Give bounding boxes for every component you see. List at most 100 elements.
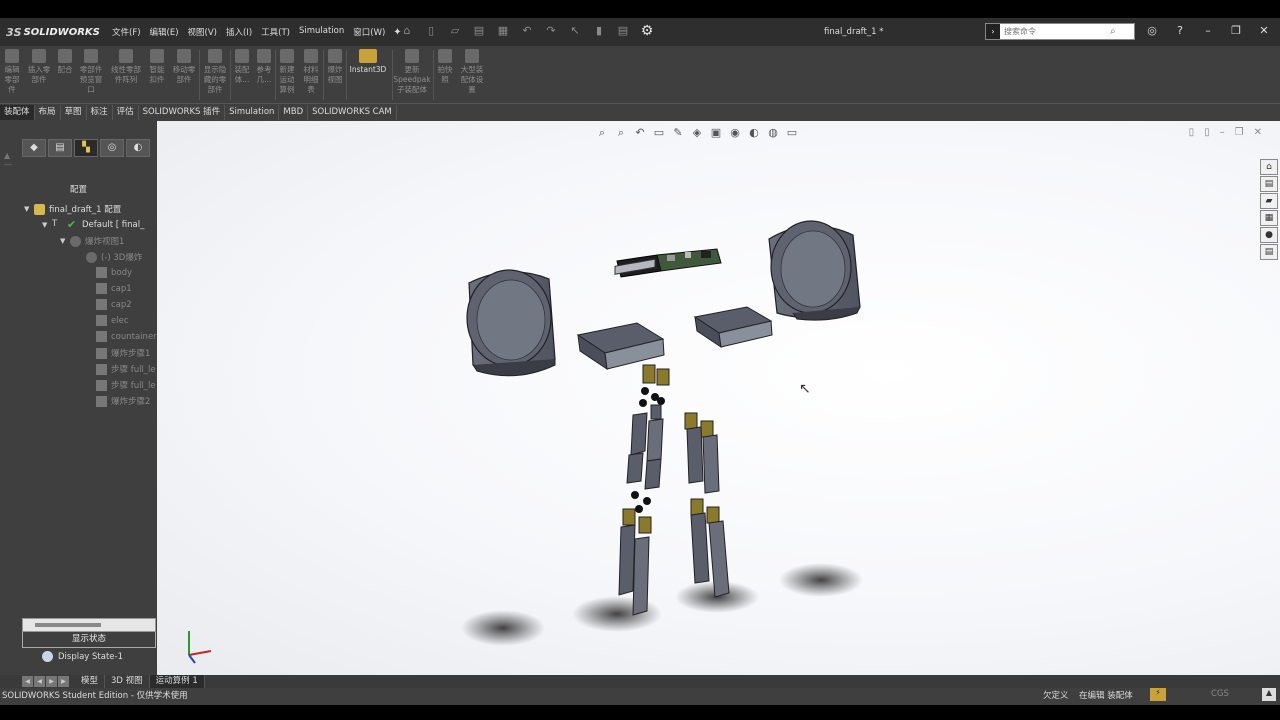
dimxpert-tab-icon[interactable]: ◎ (100, 139, 124, 157)
mate-button[interactable]: 配合 (54, 49, 76, 75)
menu-insert[interactable]: 插入(I) (226, 26, 252, 38)
left-leg-parts[interactable] (618, 412, 664, 616)
collapse-icon[interactable]: ▼ (42, 221, 52, 229)
component-preview-button[interactable]: 零部件 预览窗 口 (76, 49, 106, 95)
help-icon[interactable]: ? (1173, 24, 1187, 37)
undo-icon[interactable]: ↶ (520, 24, 534, 38)
instant3d-button[interactable]: Instant3D (348, 49, 388, 75)
restore-icon[interactable]: ❐ (1229, 24, 1243, 37)
tab-sketch[interactable]: 草图 (60, 105, 87, 120)
move-component-button[interactable]: 移动零 部件 (169, 49, 199, 85)
new-document-icon[interactable]: ▯ (424, 24, 438, 38)
display-state-title: 显示状态 (22, 632, 156, 648)
tree-root[interactable]: ▼ final_draft_1 配置 (24, 203, 121, 215)
feature-manager-tab-icon[interactable]: ◆ (22, 139, 46, 157)
exploded-view-button[interactable]: 爆炸 视图 (324, 49, 346, 85)
tree-item[interactable]: body (96, 267, 132, 278)
display-state-panel: 显示状态 Display State-1 (22, 618, 156, 662)
search-box[interactable]: › ⌕ (985, 23, 1135, 40)
new-motion-study-button[interactable]: 新建 运动 算例 (276, 49, 298, 95)
display-manager-tab-icon[interactable]: ◐ (126, 139, 150, 157)
rebuild-status-icon[interactable]: ⚡ (1150, 688, 1166, 701)
menu-tools[interactable]: 工具(T) (261, 26, 290, 38)
property-manager-tab-icon[interactable]: ▤ (48, 139, 72, 157)
search-icon[interactable]: ⌕ (1110, 26, 1116, 37)
close-icon[interactable]: ✕ (1257, 24, 1271, 37)
update-speedpak-button[interactable]: 更新 Speedpak 子装配体 (392, 49, 432, 95)
insert-components-button[interactable]: 插入零 部件 (24, 49, 54, 85)
select-icon[interactable]: ↖ (568, 24, 582, 38)
collapse-icon[interactable]: ▼ (60, 237, 70, 245)
graphics-area[interactable]: ⌕ ⌕ ↶ ▭ ✎ ◈ ▣ ◉ ◐ ◍ ▭ ▯ ▯ – ❐ ✕ ⌂ ▤ ▰ ▦ … (157, 121, 1280, 675)
open-icon[interactable]: ▱ (448, 24, 462, 38)
tab-evaluate[interactable]: 评估 (112, 105, 139, 120)
save-icon[interactable]: ▤ (472, 24, 486, 38)
manager-tabs: ◆ ▤ ▚ ◎ ◐ (22, 139, 150, 157)
tab-simulation[interactable]: Simulation (225, 105, 280, 120)
exploded-assembly-model[interactable] (157, 121, 1280, 675)
hip-servos[interactable] (639, 364, 670, 420)
display-state-item[interactable]: Display State-1 (22, 651, 156, 662)
tab-markup[interactable]: 标注 (86, 105, 113, 120)
collapse-icon[interactable]: ▼ (24, 205, 34, 213)
assembly-features-button[interactable]: 装配 体... (231, 49, 253, 85)
menu-view[interactable]: 视图(V) (188, 26, 217, 38)
last-tab-icon[interactable]: ▶ (58, 676, 69, 687)
user-icon[interactable]: ◎ (1145, 24, 1159, 37)
tree-item[interactable]: countainer (96, 331, 157, 342)
prev-tab-icon[interactable]: ◀ (34, 676, 45, 687)
tree-exploded-view[interactable]: ▼ 爆炸视图1 (60, 235, 124, 247)
tree-item[interactable]: cap2 (96, 299, 132, 310)
menu-file[interactable]: 文件(F) (112, 26, 141, 38)
menu-simulation[interactable]: Simulation (299, 26, 344, 38)
search-input[interactable] (1004, 27, 1110, 36)
smart-fasteners-button[interactable]: 智能 扣件 (145, 49, 169, 85)
solidworks-logo[interactable]: 3S SOLIDWORKS (6, 26, 100, 39)
print-icon[interactable]: ▦ (496, 24, 510, 38)
file-properties-icon[interactable]: ▤ (616, 24, 630, 38)
linear-pattern-button[interactable]: 线性零部 件阵列 (107, 49, 145, 85)
tab-motion-study[interactable]: 运动算例 1 (149, 675, 205, 688)
splitter-grip[interactable] (35, 623, 101, 627)
bill-of-materials-button[interactable]: 材料 明细 表 (299, 49, 323, 95)
panel-splitter[interactable] (22, 618, 156, 632)
tree-item[interactable]: elec (96, 315, 129, 326)
menu-edit[interactable]: 编辑(E) (150, 26, 179, 38)
first-tab-icon[interactable]: ◀ (22, 676, 33, 687)
cap2-part[interactable] (768, 220, 861, 321)
tree-item[interactable]: 爆炸步骤1 (96, 347, 150, 359)
large-assembly-settings-button[interactable]: 大型装 配体设 置 (456, 49, 488, 95)
redo-icon[interactable]: ↷ (544, 24, 558, 38)
show-hidden-button[interactable]: 显示隐 藏的零 部件 (200, 49, 230, 95)
tree-item[interactable]: 步骤 full_le (96, 379, 156, 391)
notification-icon[interactable]: ▲ (1262, 688, 1276, 701)
gear-icon[interactable]: ⚙ (640, 24, 654, 38)
units-button[interactable]: CGS (1211, 689, 1229, 699)
tab-3d-view[interactable]: 3D 视图 (105, 675, 150, 688)
home-icon[interactable]: ⌂ (400, 24, 414, 38)
menu-window[interactable]: 窗口(W) (353, 26, 385, 38)
tab-mbd[interactable]: MBD (279, 105, 309, 120)
tab-addins[interactable]: SOLIDWORKS 插件 (138, 105, 226, 120)
reference-geometry-button[interactable]: 参考 几... (253, 49, 275, 85)
bottom-tab-bar: ◀ ◀ ▶ ▶ 模型 3D 视图 运动算例 1 (0, 675, 1280, 688)
tree-item[interactable]: 爆炸步骤2 (96, 395, 150, 407)
tree-item[interactable]: (-) 3D爆炸 (86, 251, 142, 263)
minimize-icon[interactable]: – (1201, 24, 1215, 37)
component-preview-icon (84, 49, 98, 63)
edit-component-button[interactable]: 编辑 零部 件 (2, 49, 22, 95)
tab-layout[interactable]: 布局 (34, 105, 61, 120)
tree-item[interactable]: cap1 (96, 283, 132, 294)
tree-item[interactable]: 步骤 full_le (96, 363, 156, 375)
cap1-part[interactable] (466, 269, 556, 377)
tab-assembly[interactable]: 装配体 (0, 105, 35, 120)
right-leg-parts[interactable] (684, 412, 730, 598)
tab-cam[interactable]: SOLIDWORKS CAM (308, 105, 397, 120)
tree-default-config[interactable]: ▼ T ✔ Default [ final_ (42, 219, 144, 230)
container-right-part[interactable] (693, 306, 773, 349)
tab-model[interactable]: 模型 (75, 675, 106, 688)
next-tab-icon[interactable]: ▶ (46, 676, 57, 687)
rebuild-icon[interactable]: ▮ (592, 24, 606, 38)
configuration-manager-tab-icon[interactable]: ▚ (74, 139, 98, 157)
take-snapshot-button[interactable]: 拍快 照 (434, 49, 456, 85)
